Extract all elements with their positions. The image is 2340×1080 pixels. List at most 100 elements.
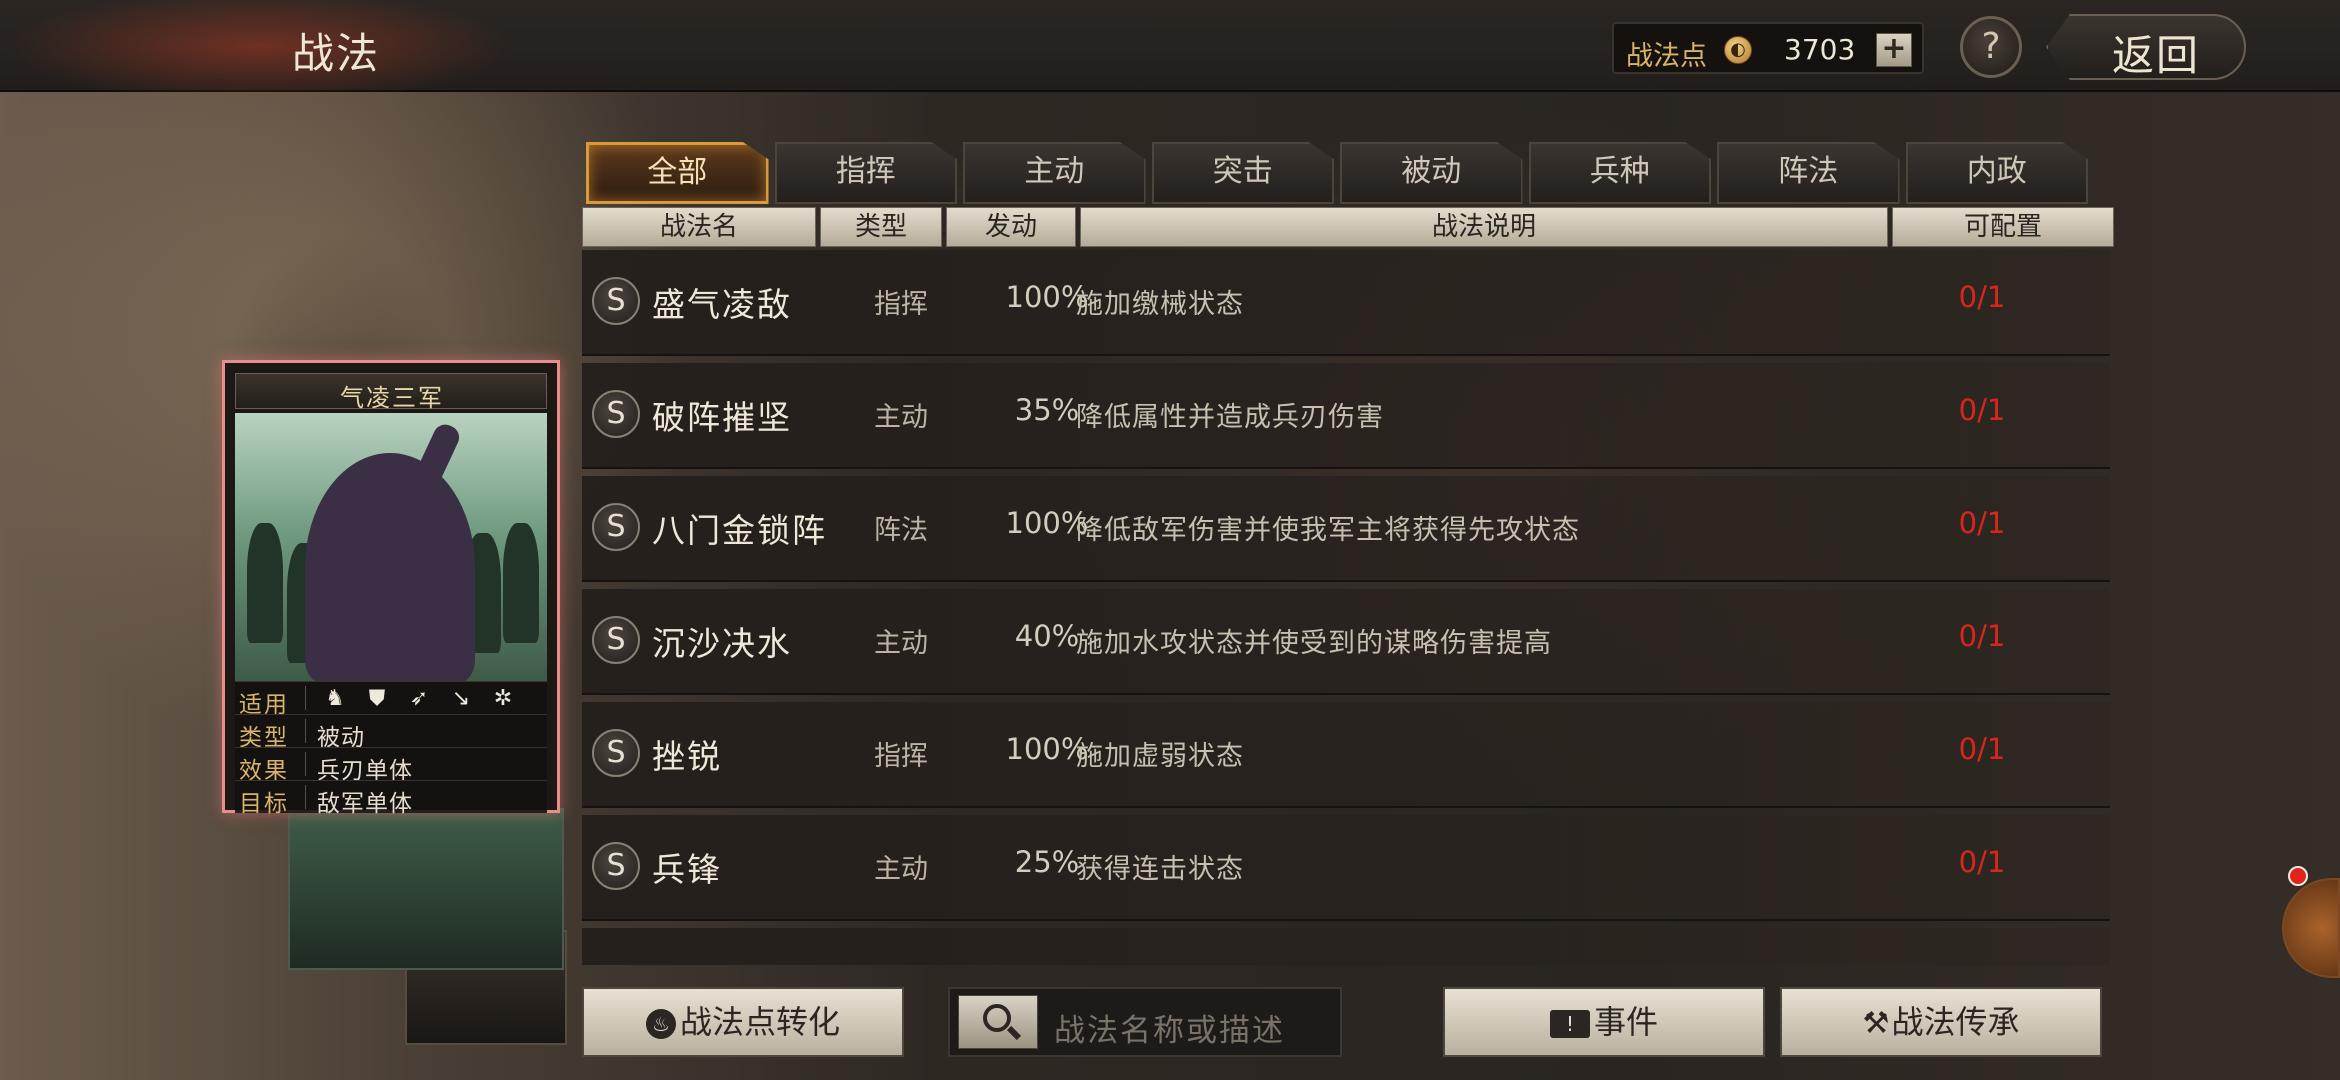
- soldier-silhouette: [503, 523, 539, 643]
- skill-configurable: 0/1: [1958, 506, 2006, 540]
- column-header-rate[interactable]: 发动: [946, 207, 1076, 247]
- grade-badge: S: [592, 842, 640, 890]
- general-silhouette: [305, 453, 475, 681]
- skill-desc: 施加水攻状态并使受到的谋略伤害提高: [1076, 628, 1552, 659]
- card-effect-row: 效果 兵刃单体: [235, 747, 547, 784]
- skill-name: 破阵摧坚: [652, 398, 792, 437]
- skill-points-value: 3703: [1784, 33, 1856, 66]
- column-header-desc: 战法说明: [1080, 207, 1888, 247]
- search-button[interactable]: [958, 995, 1038, 1049]
- inherit-label: 战法传承: [1891, 1003, 2020, 1041]
- table-row-partial[interactable]: [582, 928, 2110, 965]
- help-button[interactable]: ?: [1960, 16, 2022, 78]
- tab-internal[interactable]: 内政: [1905, 142, 2088, 204]
- skill-configurable: 0/1: [1958, 280, 2006, 314]
- column-header-name[interactable]: 战法名: [582, 207, 816, 247]
- skill-name: 沉沙决水: [652, 624, 792, 663]
- alert-scroll-icon: !: [1549, 1010, 1590, 1038]
- tab-assault[interactable]: 突击: [1151, 142, 1334, 204]
- card-target-row: 目标 敌军单体: [235, 780, 547, 817]
- card-art: [235, 413, 547, 681]
- skill-configurable: 0/1: [1958, 845, 2006, 879]
- skill-points-box: 战法点 ◐ 3703 +: [1612, 22, 1924, 74]
- grade-badge: S: [592, 277, 640, 325]
- coin-icon: ◐: [1724, 36, 1752, 64]
- inherit-button[interactable]: ⚒战法传承: [1780, 987, 2102, 1057]
- skill-type: 指挥: [874, 289, 928, 320]
- skill-name: 盛气凌敌: [652, 285, 792, 324]
- target-label: 目标: [239, 791, 289, 817]
- top-bar: 战法 战法点 ◐ 3703 + ? 返回: [0, 0, 2340, 92]
- back-label: 返回: [2112, 31, 2201, 80]
- card-stack-middle[interactable]: [288, 808, 564, 970]
- card-type-row: 类型 被动: [235, 714, 547, 751]
- card-applies-row: 适用 ♞ ⛊ ➶ ↘ ✲: [235, 681, 547, 718]
- divider: [305, 785, 306, 809]
- shield-icon: ⛊: [368, 686, 386, 711]
- page-title: 战法: [292, 29, 381, 78]
- tab-command[interactable]: 指挥: [774, 142, 957, 204]
- search-input[interactable]: 战法名称或描述: [948, 987, 1342, 1057]
- spear-icon: ↘: [451, 686, 471, 711]
- table-row[interactable]: S 八门金锁阵 阵法 100% 降低敌军伤害并使我军主将获得先攻状态 0/1: [582, 476, 2110, 582]
- column-header-configurable[interactable]: 可配置: [1892, 207, 2114, 247]
- divider: [305, 719, 306, 743]
- convert-points-label: 战法点转化: [679, 1003, 840, 1041]
- grade-badge: S: [592, 390, 640, 438]
- search-icon-handle: [1006, 1025, 1022, 1041]
- skill-configurable: 0/1: [1958, 393, 2006, 427]
- card-title-bar: 气凌三军: [235, 373, 547, 412]
- search-icon: [983, 1004, 1011, 1032]
- troop-icons: ♞ ⛊ ➶ ↘ ✲: [321, 686, 517, 712]
- skill-desc: 施加缴械状态: [1076, 289, 1244, 320]
- table-row[interactable]: S 盛气凌敌 指挥 100% 施加缴械状态 0/1: [582, 250, 2110, 356]
- table-row[interactable]: S 沉沙决水 主动 40% 施加水攻状态并使受到的谋略伤害提高 0/1: [582, 589, 2110, 695]
- search-placeholder: 战法名称或描述: [1054, 1013, 1285, 1049]
- table-row[interactable]: S 破阵摧坚 主动 35% 降低属性并造成兵刃伤害 0/1: [582, 363, 2110, 469]
- skill-list[interactable]: S 盛气凌敌 指挥 100% 施加缴械状态 0/1 S 破阵摧坚 主动 35% …: [582, 250, 2110, 965]
- skill-name: 挫锐: [652, 737, 722, 776]
- skill-desc: 施加虚弱状态: [1076, 741, 1244, 772]
- tab-all[interactable]: 全部: [586, 142, 769, 204]
- table-row[interactable]: S 兵锋 主动 25% 获得连击状态 0/1: [582, 815, 2110, 921]
- skill-desc: 获得连击状态: [1076, 854, 1244, 885]
- skill-desc: 降低属性并造成兵刃伤害: [1076, 402, 1384, 433]
- card-title: 气凌三军: [340, 384, 444, 412]
- skill-desc: 降低敌军伤害并使我军主将获得先攻状态: [1076, 515, 1580, 546]
- tab-active[interactable]: 主动: [963, 142, 1146, 204]
- cavalry-icon: ♞: [325, 686, 345, 711]
- skill-type: 主动: [874, 402, 928, 433]
- skill-name: 兵锋: [652, 850, 722, 889]
- category-tabs: 全部 指挥 主动 突击 被动 兵种 阵法 内政: [586, 142, 2088, 204]
- tab-formation[interactable]: 阵法: [1717, 142, 1900, 204]
- skill-type: 主动: [874, 628, 928, 659]
- tab-troop[interactable]: 兵种: [1528, 142, 1711, 204]
- wheel-icon: ✲: [493, 686, 513, 711]
- archer-icon: ➶: [409, 686, 429, 711]
- skill-card[interactable]: 气凌三军 适用 ♞ ⛊ ➶ ↘ ✲ 类型 被动 效果 兵刃单体 目标 敌军单体: [222, 360, 560, 817]
- flame-icon: ♨: [645, 1009, 676, 1039]
- hammer-icon: ⚒: [1862, 1006, 1890, 1041]
- skill-type: 指挥: [874, 741, 928, 772]
- notification-dot: [2288, 866, 2308, 886]
- grade-badge: S: [592, 729, 640, 777]
- target-value: 敌军单体: [317, 791, 413, 817]
- skill-type: 主动: [874, 854, 928, 885]
- column-header-type[interactable]: 类型: [820, 207, 942, 247]
- convert-points-button[interactable]: ♨ 战法点转化: [582, 987, 904, 1057]
- back-button[interactable]: 返回: [2046, 14, 2246, 80]
- event-label: 事件: [1593, 1003, 1658, 1041]
- tab-passive[interactable]: 被动: [1340, 142, 1523, 204]
- skill-type: 阵法: [874, 515, 928, 546]
- event-button[interactable]: ! 事件: [1443, 987, 1765, 1057]
- add-points-button[interactable]: +: [1876, 33, 1912, 67]
- skill-configurable: 0/1: [1958, 619, 2006, 653]
- table-row[interactable]: S 挫锐 指挥 100% 施加虚弱状态 0/1: [582, 702, 2110, 808]
- soldier-silhouette: [247, 523, 283, 643]
- skill-name: 八门金锁阵: [652, 511, 827, 550]
- skill-points-label: 战法点: [1626, 41, 1707, 72]
- skill-configurable: 0/1: [1958, 732, 2006, 766]
- divider: [305, 752, 306, 776]
- card-info: 适用 ♞ ⛊ ➶ ↘ ✲ 类型 被动 效果 兵刃单体 目标 敌军单体: [235, 681, 547, 817]
- divider: [305, 686, 306, 710]
